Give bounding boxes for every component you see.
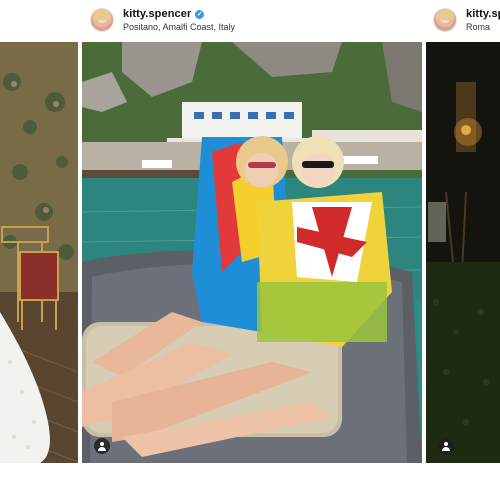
- avatar-right[interactable]: [433, 8, 457, 32]
- user-tag-icon-right[interactable]: [438, 438, 454, 454]
- post-left: [0, 0, 78, 500]
- positano-boat-image: [82, 42, 422, 463]
- night-scene-image: [426, 42, 500, 463]
- post-center: kitty.spencer ✓ Positano, Amalfi Coast, I…: [82, 0, 422, 500]
- post-header: kitty.spencer ✓ Positano, Amalfi Coast, I…: [82, 0, 422, 40]
- user-tag-icon[interactable]: [94, 438, 110, 454]
- username-text[interactable]: kitty.spencer: [123, 8, 191, 20]
- post-photo-night[interactable]: [426, 42, 500, 463]
- location-text-right[interactable]: Roma: [466, 22, 490, 32]
- avatar[interactable]: [90, 8, 114, 32]
- username[interactable]: kitty.spencer ✓: [123, 8, 205, 20]
- post-right: kitty.sp Roma: [426, 0, 500, 500]
- post-photo-boat[interactable]: [82, 42, 422, 463]
- wedding-interior-image: [0, 42, 78, 463]
- username-right[interactable]: kitty.sp: [466, 8, 500, 20]
- post-header-right: kitty.sp Roma: [426, 0, 500, 40]
- location-text[interactable]: Positano, Amalfi Coast, Italy: [123, 22, 235, 32]
- post-photo-wedding[interactable]: [0, 42, 78, 463]
- verified-badge-icon: ✓: [195, 10, 205, 19]
